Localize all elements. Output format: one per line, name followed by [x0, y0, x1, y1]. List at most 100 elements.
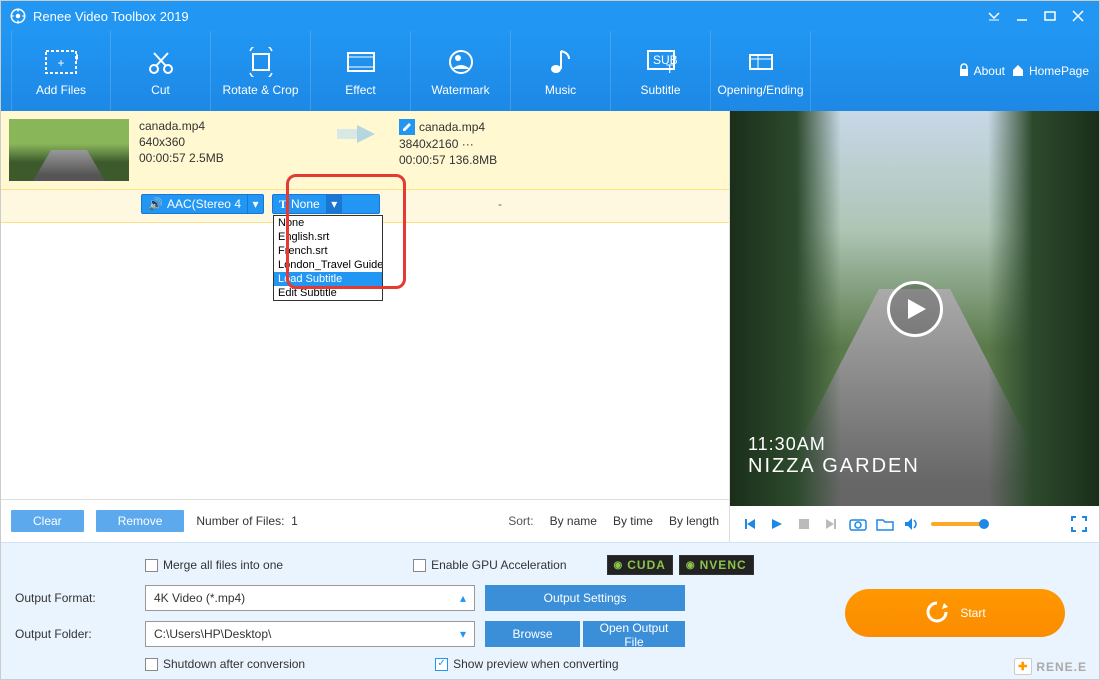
effect-button[interactable]: Effect — [311, 31, 411, 111]
menu-dropdown-icon[interactable] — [981, 6, 1007, 26]
file-count: Number of Files: 1 — [196, 514, 297, 528]
music-note-icon — [544, 45, 578, 79]
chevron-down-icon: ▾ — [460, 627, 466, 641]
output-file-info: canada.mp4 3840x2160 ··· 00:00:57 136.8M… — [399, 119, 497, 167]
shutdown-checkbox[interactable]: Shutdown after conversion — [145, 657, 305, 671]
sort-by-name[interactable]: By name — [550, 514, 597, 528]
app-logo-icon — [9, 7, 27, 25]
close-button[interactable] — [1065, 6, 1091, 26]
stop-button[interactable] — [794, 514, 814, 534]
opening-ending-button[interactable]: Opening/Ending — [711, 31, 811, 111]
subtitle-option[interactable]: French.srt — [274, 244, 382, 258]
music-button[interactable]: Music — [511, 31, 611, 111]
watermark-icon — [444, 45, 478, 79]
home-icon — [1011, 63, 1025, 80]
output-settings-button[interactable]: Output Settings — [485, 585, 685, 611]
open-folder-preview-button[interactable] — [875, 514, 895, 534]
output-folder-label: Output Folder: — [15, 627, 135, 641]
video-thumbnail — [9, 119, 129, 181]
opening-ending-label: Opening/Ending — [717, 83, 803, 97]
filmstrip-icon — [344, 45, 378, 79]
snapshot-button[interactable] — [848, 514, 868, 534]
volume-icon[interactable] — [902, 514, 922, 534]
preview-controls — [730, 506, 1099, 542]
arrow-icon — [319, 119, 399, 149]
audio-dropdown-arrow[interactable]: ▾ — [247, 195, 263, 213]
content-area: canada.mp4 640x360 00:00:57 2.5MB canada… — [1, 111, 1099, 542]
bottom-panel: Merge all files into one Enable GPU Acce… — [1, 542, 1099, 679]
output-duration-size: 00:00:57 136.8MB — [399, 153, 497, 167]
file-list-footer: Clear Remove Number of Files: 1 Sort: By… — [1, 499, 729, 542]
overlay-time: 11:30AM — [748, 434, 920, 455]
source-resolution: 640x360 — [139, 135, 319, 149]
maximize-button[interactable] — [1037, 6, 1063, 26]
browse-button[interactable]: Browse — [485, 621, 580, 647]
clear-button[interactable]: Clear — [11, 510, 84, 532]
output-format-combo[interactable]: 4K Video (*.mp4)▴ — [145, 585, 475, 611]
add-files-label: Add Files — [36, 83, 86, 97]
titlebar: Renee Video Toolbox 2019 — [1, 1, 1099, 31]
watermark-button[interactable]: Watermark — [411, 31, 511, 111]
gpu-accel-checkbox[interactable]: Enable GPU Acceleration — [413, 558, 566, 572]
remove-button[interactable]: Remove — [96, 510, 185, 532]
prev-button[interactable] — [740, 514, 760, 534]
output-folder-combo[interactable]: C:\Users\HP\Desktop\▾ — [145, 621, 475, 647]
rotate-crop-icon — [244, 45, 278, 79]
volume-slider[interactable] — [931, 522, 989, 526]
homepage-link[interactable]: HomePage — [1011, 63, 1089, 80]
start-button[interactable]: Start — [845, 589, 1065, 637]
subtitle-dropdown-menu: NoneEnglish.srtFrench.srtLondon_Travel G… — [273, 215, 383, 301]
toolbar-right-links: About HomePage — [958, 63, 1089, 80]
about-link[interactable]: About — [958, 63, 1005, 80]
file-list: canada.mp4 640x360 00:00:57 2.5MB canada… — [1, 111, 729, 499]
speaker-icon: 🔊 — [148, 197, 163, 211]
source-duration-size: 00:00:57 2.5MB — [139, 151, 319, 165]
bottom-left: Merge all files into one Enable GPU Acce… — [15, 555, 807, 671]
open-output-file-button[interactable]: Open Output File — [583, 621, 685, 647]
left-pane: canada.mp4 640x360 00:00:57 2.5MB canada… — [1, 111, 729, 542]
sort-by-time[interactable]: By time — [613, 514, 653, 528]
show-preview-checkbox[interactable]: Show preview when converting — [435, 657, 618, 671]
source-filename: canada.mp4 — [139, 119, 319, 133]
app-window: Renee Video Toolbox 2019 + Add Files Cut… — [0, 0, 1100, 680]
subtitle-label: Subtitle — [640, 83, 680, 97]
subtitle-dropdown-arrow[interactable]: ▾ — [326, 195, 342, 213]
source-file-info: canada.mp4 640x360 00:00:57 2.5MB — [139, 119, 319, 165]
output-format-label: Output Format: — [15, 591, 135, 605]
music-label: Music — [545, 83, 576, 97]
play-button[interactable] — [767, 514, 787, 534]
gpu-badges: ◉ CUDA ◉ NVENC — [607, 555, 754, 575]
rotate-crop-button[interactable]: Rotate & Crop — [211, 31, 311, 111]
cut-button[interactable]: Cut — [111, 31, 211, 111]
effect-label: Effect — [345, 83, 375, 97]
subtitle-option[interactable]: English.srt — [274, 230, 382, 244]
subtitle-button[interactable]: SUBT Subtitle — [611, 31, 711, 111]
rotate-crop-label: Rotate & Crop — [222, 83, 298, 97]
subtitle-option[interactable]: Edit Subtitle — [274, 286, 382, 300]
audio-track-pill[interactable]: 🔊AAC(Stereo 4 ▾ — [141, 194, 264, 214]
preview-overlay-text: 11:30AM NIZZA GARDEN — [748, 434, 920, 478]
subtitle-option[interactable]: None — [274, 216, 382, 230]
play-overlay-button[interactable] — [887, 281, 943, 337]
subtitle-option[interactable]: Load Subtitle — [274, 272, 382, 286]
bottom-right: Start — [825, 555, 1085, 671]
fullscreen-button[interactable] — [1069, 514, 1089, 534]
minimize-button[interactable] — [1009, 6, 1035, 26]
sort-by-length[interactable]: By length — [669, 514, 719, 528]
sort-controls: Sort: By name By time By length — [508, 514, 719, 528]
add-files-button[interactable]: + Add Files — [11, 31, 111, 111]
merge-checkbox[interactable]: Merge all files into one — [145, 558, 283, 572]
edit-output-icon[interactable] — [399, 119, 415, 135]
subtitle-track-pill[interactable]: TNone ▾ NoneEnglish.srtFrench.srtLondon_… — [272, 194, 380, 214]
opening-ending-icon — [744, 45, 778, 79]
video-preview[interactable]: 11:30AM NIZZA GARDEN — [730, 111, 1099, 506]
file-row[interactable]: canada.mp4 640x360 00:00:57 2.5MB canada… — [1, 111, 729, 223]
svg-text:T: T — [666, 62, 674, 76]
brand-watermark: RENE.E — [1014, 658, 1087, 675]
cut-label: Cut — [151, 83, 170, 97]
subtitle-option[interactable]: London_Travel Guide — [274, 258, 382, 272]
next-button[interactable] — [821, 514, 841, 534]
nvenc-badge: ◉ NVENC — [679, 555, 754, 575]
sort-label: Sort: — [508, 514, 533, 528]
app-title: Renee Video Toolbox 2019 — [33, 9, 979, 24]
